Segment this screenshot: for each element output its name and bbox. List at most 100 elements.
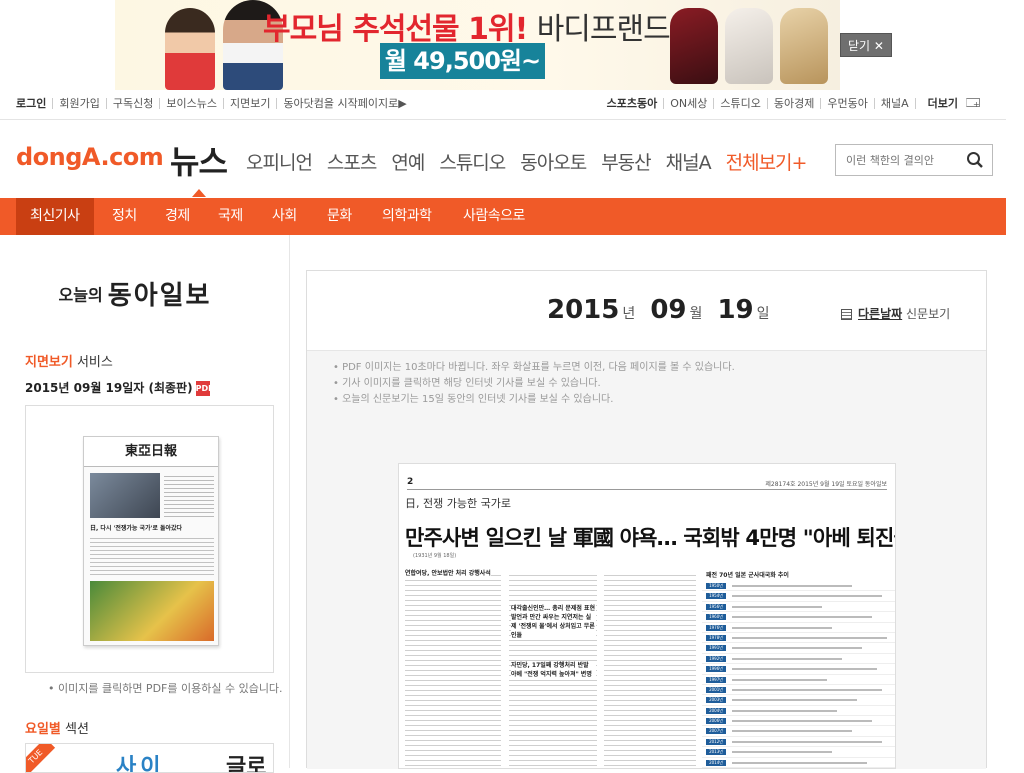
thumbnail-note: • 이미지를 클릭하면 PDF를 이용하실 수 있습니다. (48, 682, 283, 695)
set-homepage-link[interactable]: 동아닷컴을 시작페이지로▶ (276, 98, 412, 109)
timeline-year: 2014년 (706, 759, 726, 766)
thumbnail-headline: 日, 다시 '전쟁가능 국가'로 돌아갔다 (90, 525, 183, 532)
timeline-row: 1978년 (702, 633, 895, 644)
article-dateline: (1931년 9월 18일) (413, 553, 457, 559)
page-meta: 제28174호 2015년 9월 19일 토요일 동아일보 (765, 481, 887, 488)
category-nav: 최신기사 정치 경제 국제 사회 문화 의학과학 사람속으로 (0, 198, 1006, 235)
tab-economy[interactable]: 경제 (165, 198, 190, 235)
timeline-title: 패전 70년 일본 군사대국화 추이 (706, 572, 789, 579)
massage-chair-image (670, 8, 718, 84)
timeline-row: 1960년 (702, 612, 895, 623)
front-page-thumbnail[interactable]: 東亞日報 日, 다시 '전쟁가능 국가'로 돌아갔다 (83, 436, 219, 646)
tab-politics[interactable]: 정치 (112, 198, 137, 235)
massage-chair-image (725, 8, 773, 84)
timeline-year: 2001년 (706, 686, 726, 693)
ad-close-button[interactable]: 닫기 ✕ (840, 33, 892, 57)
tab-society[interactable]: 사회 (272, 198, 297, 235)
timeline-year: 1976년 (706, 624, 726, 631)
woman-donga-link[interactable]: 우먼동아 (820, 98, 873, 109)
tab-culture[interactable]: 문화 (327, 198, 352, 235)
other-date-link[interactable]: 다른날짜 신문보기 (841, 305, 950, 322)
today-donga-title: 오늘의 동아일보 (25, 275, 245, 312)
voice-news-link[interactable]: 보이스뉴스 (159, 98, 223, 109)
thumbnail-ad (90, 581, 214, 641)
timeline-year: 1992년 (706, 655, 726, 662)
tab-international[interactable]: 국제 (218, 198, 243, 235)
left-sidebar: 오늘의 동아일보 지면보기 서비스 2015년 09월 19일자 (최종판) PD… (0, 235, 290, 773)
timeline-row: 2013년 (702, 747, 895, 758)
studio-link[interactable]: 스튜디오 (713, 98, 766, 109)
nav-entertainment[interactable]: 연예 (391, 148, 425, 175)
date-header: 2015 년 09 월 19 일 다른날짜 신문보기 (307, 271, 986, 351)
card-title-2: 글로 (226, 755, 267, 773)
front-page-thumbnail-frame: 東亞日報 日, 다시 '전쟁가능 국가'로 돌아갔다 (25, 405, 274, 673)
channel-a-link[interactable]: 채널A (873, 98, 915, 109)
timeline-year: 2007년 (706, 728, 726, 735)
massage-chair-image (780, 8, 828, 84)
timeline-row: 1997년 (702, 675, 895, 685)
subscribe-link[interactable]: 구독신청 (105, 98, 159, 109)
article-kicker: 日, 전쟁 가능한 국가로 (405, 497, 511, 510)
note-line: • PDF 이미지는 10초마다 바뀝니다. 좌우 화살표를 누르면 이전, 다… (333, 362, 735, 373)
search-box (835, 144, 993, 176)
nav-view-all[interactable]: 전체보기+ (726, 148, 808, 175)
tab-people[interactable]: 사람속으로 (463, 198, 525, 235)
donga-economy-link[interactable]: 동아경제 (766, 98, 820, 109)
timeline-row: 1996년 (702, 664, 895, 675)
nav-channel-a[interactable]: 채널A (666, 148, 712, 175)
note-line: • 기사 이미지를 클릭하면 해당 인터넷 기사를 보실 수 있습니다. (333, 378, 601, 389)
nav-real-estate[interactable]: 부동산 (601, 148, 651, 175)
timeline-row: 1954년 (702, 591, 895, 602)
column-heading: 연합여당, 안보법안 처리 강행사석 (405, 568, 491, 577)
timeline-year: 1978년 (706, 634, 726, 641)
timeline-row: 2012년 (702, 737, 895, 748)
timeline-row: 1956년 (702, 602, 895, 613)
nav-studio[interactable]: 스튜디오 (439, 148, 506, 175)
search-icon[interactable] (966, 151, 984, 169)
section-title[interactable]: 뉴스 (170, 137, 228, 183)
newspaper-page-image[interactable]: 2 제28174호 2015년 9월 19일 토요일 동아일보 日, 전쟁 가능… (398, 463, 896, 769)
pdf-icon[interactable]: PDF (195, 381, 214, 396)
nav-donga-auto[interactable]: 동아오토 (520, 148, 587, 175)
nav-sports[interactable]: 스포츠 (327, 148, 377, 175)
nav-opinion[interactable]: 오피니언 (246, 148, 313, 175)
more-link[interactable]: 더보기 + (914, 98, 986, 109)
search-input[interactable] (836, 145, 960, 175)
site-logo[interactable]: dongA.com (16, 143, 164, 171)
tab-latest[interactable]: 최신기사 (16, 198, 94, 235)
day-ribbon: TUE (26, 744, 56, 772)
timeline-row: 2006년 (702, 716, 895, 727)
weekday-section-card[interactable]: TUE 사이 글로 (25, 743, 274, 773)
timeline-year: 1997년 (706, 676, 726, 683)
timeline-year: 2013년 (706, 749, 726, 756)
timeline-row: 1992년 (702, 654, 895, 665)
timeline-year: 1960년 (706, 614, 726, 621)
top-ad-banner[interactable]: 부모님 추석선물 1위! 바디프랜드 월 49,500원~ (115, 0, 840, 90)
sports-donga-link[interactable]: 스포츠동아 (601, 98, 664, 109)
timeline-row: 2007년 (702, 726, 895, 737)
article-headline[interactable]: 만주사변 일으킨 날 軍國 야욕… 국회밖 4만명 "아베 퇴진을" (405, 522, 895, 552)
timeline-row: 2015년 (702, 768, 896, 769)
tab-science[interactable]: 의학과학 (382, 198, 432, 235)
page-number: 2 (407, 477, 414, 487)
ad-headline-brand: 바디프랜드 (536, 12, 671, 47)
print-edition-link[interactable]: 지면보기 (222, 98, 276, 109)
signup-link[interactable]: 회원가입 (52, 98, 105, 109)
login-link[interactable]: 로그인 (16, 98, 52, 109)
on-world-link[interactable]: ON세상 (663, 98, 713, 109)
ad-headline: 부모님 추석선물 1위! 바디프랜드 (263, 4, 671, 48)
timeline-year: 1996년 (706, 666, 726, 673)
ad-headline-red: 부모님 추석선물 1위! (263, 12, 528, 47)
utility-bar: 로그인 회원가입 구독신청 보이스뉴스 지면보기 동아닷컴을 시작페이지로▶ 스… (0, 90, 1006, 120)
timeline-year: 2012년 (706, 738, 726, 745)
weekday-section-heading: 요일별 섹션 (25, 722, 89, 737)
plus-icon: + (966, 98, 980, 109)
timeline-year: 1956년 (706, 603, 726, 610)
timeline-sidebar: 패전 70년 일본 군사대국화 추이 1950년 1954년 1956년 1960년 1… (702, 568, 896, 769)
timeline-year: 1991년 (706, 645, 726, 652)
site-header: dongA.com 뉴스 오피니언 스포츠 연예 스튜디오 동아오토 부동산 채… (0, 121, 1006, 198)
today-small-label: 오늘의 (58, 285, 103, 305)
note-line: • 오늘의 신문보기는 15일 동안의 인터넷 기사를 보실 수 있습니다. (333, 394, 614, 405)
timeline-row: 1950년 (702, 581, 895, 592)
timeline-row: 2014년 (702, 758, 895, 768)
